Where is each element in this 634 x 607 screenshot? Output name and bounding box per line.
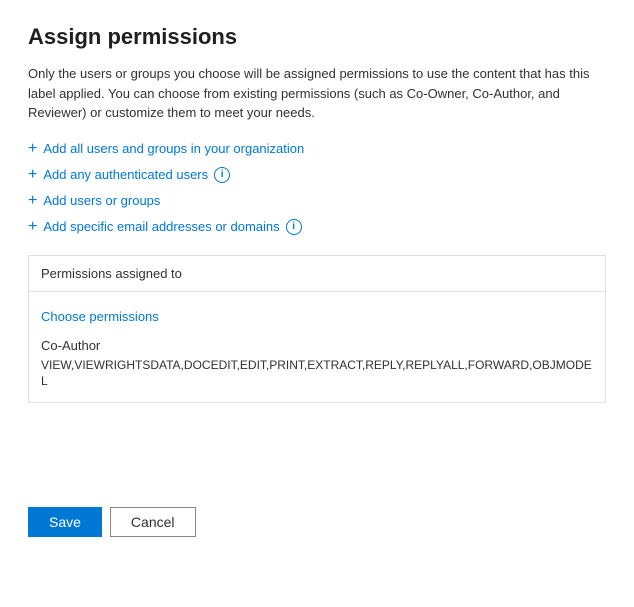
add-users-groups-row[interactable]: + Add users or groups — [28, 193, 606, 209]
add-email-domains-link[interactable]: Add specific email addresses or domains — [43, 219, 279, 234]
add-org-row[interactable]: + Add all users and groups in your organ… — [28, 141, 606, 157]
cancel-button[interactable]: Cancel — [110, 507, 196, 537]
add-links-section: + Add all users and groups in your organ… — [28, 141, 606, 235]
add-org-link[interactable]: Add all users and groups in your organiz… — [43, 141, 304, 156]
add-users-groups-link[interactable]: Add users or groups — [43, 193, 160, 208]
footer-buttons: Save Cancel — [0, 487, 634, 561]
plus-icon-email-domains: + — [28, 219, 37, 235]
plus-icon-authenticated: + — [28, 167, 37, 183]
page-title: Assign permissions — [28, 24, 606, 50]
permission-level: Co-Author — [41, 338, 593, 353]
permissions-table-body: Choose permissions Co-Author VIEW,VIEWRI… — [29, 292, 605, 403]
choose-permissions-link[interactable]: Choose permissions — [41, 309, 159, 324]
permission-detail: VIEW,VIEWRIGHTSDATA,DOCEDIT,EDIT,PRINT,E… — [41, 357, 593, 391]
permissions-table: Permissions assigned to Choose permissio… — [28, 255, 606, 404]
add-authenticated-link[interactable]: Add any authenticated users — [43, 167, 208, 182]
info-icon-authenticated[interactable]: i — [214, 167, 230, 183]
add-email-domains-row[interactable]: + Add specific email addresses or domain… — [28, 219, 606, 235]
plus-icon-org: + — [28, 141, 37, 157]
plus-icon-users-groups: + — [28, 193, 37, 209]
page-description: Only the users or groups you choose will… — [28, 64, 606, 123]
save-button[interactable]: Save — [28, 507, 102, 537]
info-icon-email-domains[interactable]: i — [286, 219, 302, 235]
permissions-table-header: Permissions assigned to — [29, 256, 605, 292]
main-container: Assign permissions Only the users or gro… — [0, 0, 634, 427]
add-authenticated-row[interactable]: + Add any authenticated users i — [28, 167, 606, 183]
